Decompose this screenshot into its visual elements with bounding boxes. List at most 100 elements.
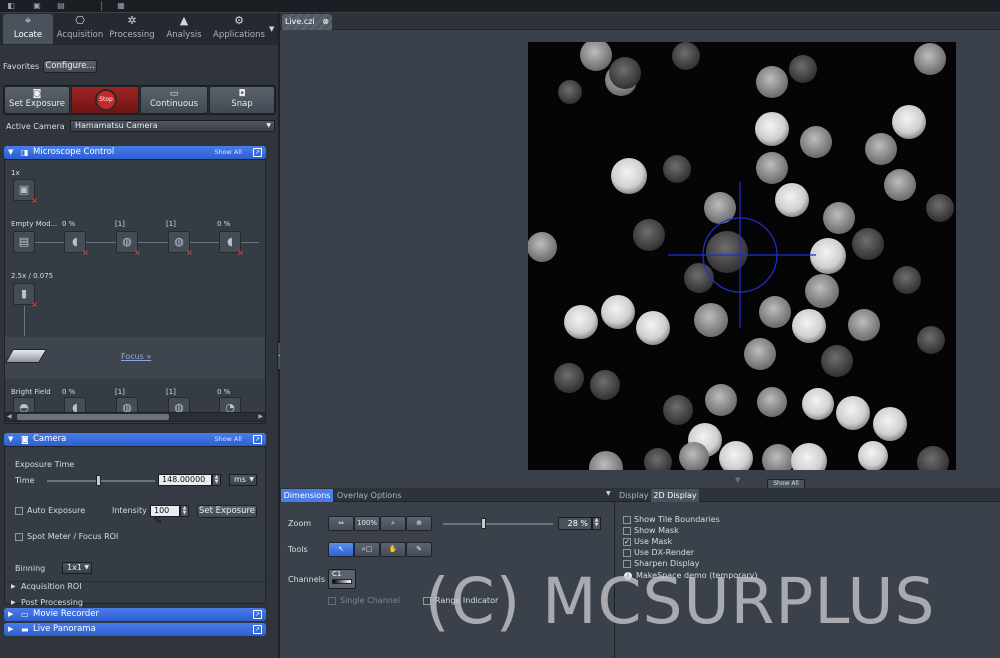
video-camera-icon: ▭ (169, 89, 179, 99)
analysis-icon: ▲ (179, 14, 189, 27)
pointer-tool-button[interactable]: ↖ (328, 542, 354, 557)
contrast-label: Bright Field (11, 388, 51, 396)
reflector-label: Empty Mod... (11, 220, 58, 228)
zoom-in-button[interactable]: ⊕ (406, 516, 432, 531)
close-icon[interactable]: ⊗ (322, 14, 329, 29)
zoom-out-button[interactable]: ⌕ (380, 516, 406, 531)
stop-button[interactable]: Stop (71, 86, 139, 114)
microscope-scrollbar[interactable]: ◀ ▶ (4, 412, 266, 422)
display-option-checkbox[interactable] (623, 548, 631, 557)
tab-analysis[interactable]: ▲ Analysis (159, 14, 209, 44)
tab-2d-display[interactable]: 2D Display (651, 489, 699, 502)
tab-processing[interactable]: ✲ Processing (107, 14, 157, 44)
live-image[interactable] (528, 42, 956, 470)
show-all-toggle[interactable]: Show All (214, 146, 242, 159)
display-option-label: Use Mask (634, 537, 673, 546)
expand-icon[interactable]: ▶ (11, 583, 16, 590)
snap-button[interactable]: ◘ Snap (209, 86, 275, 114)
display-option-checkbox[interactable] (623, 515, 631, 524)
spot-meter-checkbox[interactable] (15, 533, 23, 543)
microscope-control-panel: 1x ▣ × Empty Mod... 0 % [1] [1] 0 % ▤ ◖ … (4, 159, 266, 424)
microscope-icon: ◨ (21, 148, 29, 157)
configure-button[interactable]: Configure... (43, 60, 97, 73)
show-all-toggle[interactable]: Show All (214, 433, 242, 446)
expand-panel-arrow-icon[interactable]: ▼ (735, 476, 740, 484)
applications-icon: ⚙ (234, 14, 244, 27)
settings-icon[interactable]: ▤ (56, 1, 66, 11)
set-exposure-button[interactable]: ◙ Set Exposure (4, 86, 70, 114)
chevron-down-icon: ▼ (84, 564, 89, 571)
chevron-down-icon: ▼ (249, 476, 254, 483)
stop-icon: Stop (95, 89, 117, 111)
binning-select[interactable]: 1x1 ▼ (62, 562, 92, 574)
open-icon[interactable]: ◧ (6, 1, 16, 11)
tab-overlay-options[interactable]: Overlay Options (337, 489, 402, 502)
display-option-checkbox[interactable] (623, 526, 631, 535)
microscope-control-header[interactable]: ▼ ◨ Microscope Control Show All ↗ (4, 146, 266, 159)
display-option-row[interactable]: Show Mask (623, 526, 679, 536)
display-option-row[interactable]: ✓ Use Mask (623, 537, 672, 547)
undock-icon[interactable]: ↗ (253, 148, 262, 157)
exposure-slider-thumb[interactable] (96, 475, 101, 486)
zoom-slider-thumb[interactable] (481, 518, 486, 529)
time-spinner[interactable]: ▲ ▼ (212, 474, 221, 486)
expand-icon: ▶ (8, 625, 14, 633)
continuous-button[interactable]: ▭ Continuous (140, 86, 208, 114)
live-panorama-header[interactable]: ▶ ▬ Live Panorama ↗ (4, 623, 266, 636)
save-icon[interactable]: ▣ (32, 1, 42, 11)
undock-icon[interactable]: ↗ (253, 610, 262, 619)
row2-value-2: [1] (115, 388, 125, 396)
display-option-row[interactable]: Use DX-Render (623, 548, 694, 558)
layout-icon[interactable]: ▦ (116, 1, 126, 11)
acquisition-roi-section[interactable]: Acquisition ROI (21, 582, 82, 591)
row1-value-1: 0 % (62, 220, 76, 228)
camera-header[interactable]: ▼ ◙ Camera Show All ↗ (4, 433, 266, 446)
tab-overflow-icon[interactable]: ▼ (269, 25, 274, 33)
single-channel-checkbox[interactable] (328, 597, 336, 607)
undock-icon[interactable]: ↗ (253, 435, 262, 444)
camera-set-exposure-button[interactable]: Set Exposure (197, 505, 257, 518)
focus-link[interactable]: Focus » (121, 352, 151, 361)
zoom-slider-track[interactable] (443, 523, 553, 525)
zoom-value-input[interactable]: 28 % (558, 517, 592, 530)
active-camera-select[interactable]: Hamamatsu Camera ▼ (70, 120, 275, 132)
chevron-down-icon[interactable]: ▼ (606, 490, 611, 497)
expand-icon[interactable]: ▶ (11, 599, 16, 606)
pan-tool-button[interactable]: ✋ (380, 542, 406, 557)
time-unit-select[interactable]: ms ▼ (229, 474, 257, 486)
tab-display[interactable]: Display (619, 489, 649, 502)
reflector-device[interactable]: ▤ (13, 231, 35, 253)
scroll-left-icon[interactable]: ◀ (7, 413, 12, 420)
tab-dimensions[interactable]: Dimensions (281, 489, 333, 502)
tab-acquisition[interactable]: ⎔ Acquisition (55, 14, 105, 44)
zoom-spinner[interactable]: ▲ ▼ (592, 517, 601, 530)
tab-locate[interactable]: ⌖ Locate (3, 14, 53, 44)
row2-value-4: 0 % (217, 388, 231, 396)
exposure-time-input[interactable]: 148.00000 (158, 474, 212, 486)
movie-recorder-header[interactable]: ▶ ▭ Movie Recorder ↗ (4, 608, 266, 621)
collapse-icon: ▼ (8, 148, 14, 156)
light-path-vertical (24, 306, 25, 336)
row1-value-4: 0 % (217, 220, 231, 228)
favorites-label: Favorites (3, 62, 40, 71)
exposure-slider-track[interactable] (47, 480, 155, 482)
scroll-right-icon[interactable]: ▶ (258, 413, 263, 420)
intensity-input[interactable]: 100 % (150, 505, 180, 525)
auto-exposure-checkbox[interactable] (15, 507, 23, 517)
objective-label: 2.5x / 0.075 (11, 272, 54, 280)
tab-applications[interactable]: ⚙ Applications (211, 14, 267, 44)
zoom-region-tool-button[interactable]: ⌕▢ (354, 542, 380, 557)
channel-c1-button[interactable]: C1 (328, 569, 356, 589)
undock-icon[interactable]: ↗ (253, 625, 262, 634)
zoom-100-button[interactable]: 100% (354, 516, 380, 531)
fit-zoom-button[interactable]: ⇔ (328, 516, 354, 531)
display-tab-bar: Display 2D Display (615, 488, 1000, 502)
display-option-row[interactable]: Show Tile Boundaries (623, 515, 720, 525)
intensity-spinner[interactable]: ▲ ▼ (180, 505, 189, 517)
scrollbar-thumb[interactable] (17, 414, 169, 420)
draw-tool-button[interactable]: ✎ (406, 542, 432, 557)
document-tab-live[interactable]: Live.czi ⊗ (282, 14, 332, 30)
post-processing-section[interactable]: Post Processing (21, 598, 83, 607)
error-x-icon: × (134, 248, 141, 257)
display-option-checkbox[interactable]: ✓ (623, 537, 631, 546)
